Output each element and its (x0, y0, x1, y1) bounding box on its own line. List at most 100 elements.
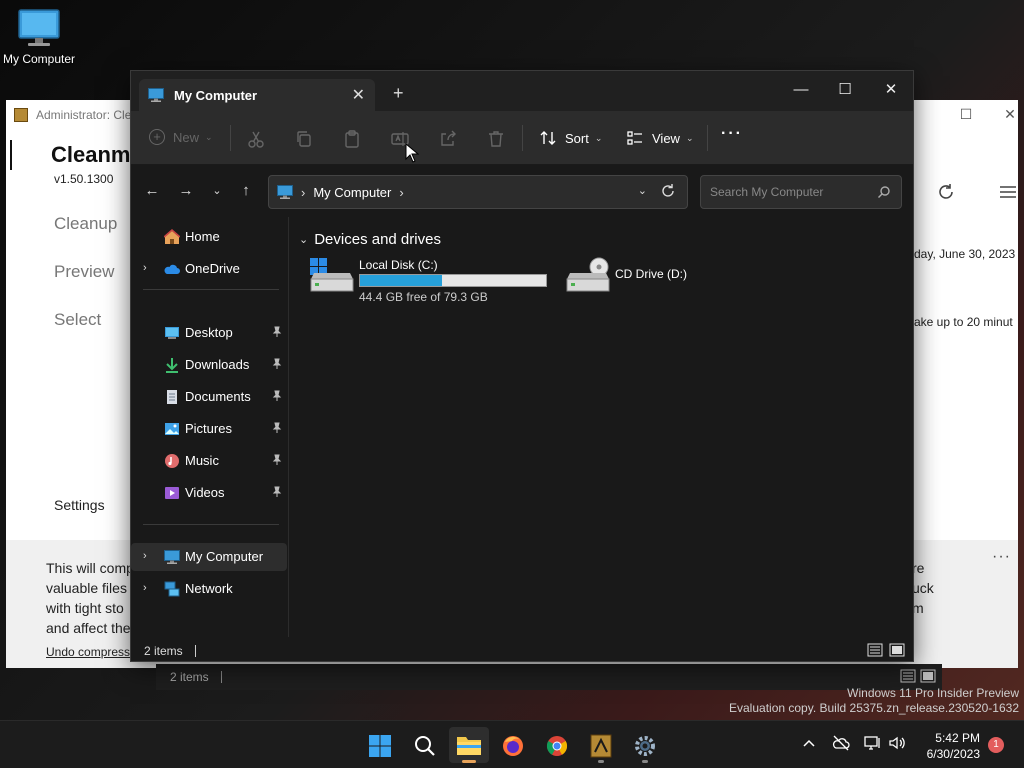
status-separator (194, 645, 196, 657)
running-indicator (642, 760, 648, 763)
view-toggles (867, 643, 905, 657)
minimize-button[interactable]: — (781, 77, 821, 103)
back-button[interactable]: ← (143, 183, 161, 201)
refresh-icon[interactable] (936, 182, 956, 202)
active-indicator (462, 760, 476, 763)
address-bar[interactable]: › My Computer › ⌄ (268, 175, 688, 209)
running-indicator (598, 760, 604, 763)
onedrive-tray-button[interactable] (832, 735, 850, 751)
sidebar-item-onedrive[interactable]: › OneDrive (131, 255, 287, 283)
drive-usage-fill (360, 275, 442, 286)
show-hidden-icons-button[interactable] (802, 736, 816, 750)
pin-icon[interactable] (271, 326, 283, 338)
cleanmgr-nav-cleanup[interactable]: Cleanup (54, 214, 117, 234)
footer-line: and affect the (46, 620, 131, 636)
drive-usage-bar (359, 274, 547, 287)
up-button[interactable]: ↑ (237, 183, 255, 201)
footer-line: This will comp (46, 560, 134, 576)
breadcrumb-trail[interactable]: › (399, 185, 403, 200)
tab-close-button[interactable]: ✕ (352, 85, 365, 105)
new-button[interactable]: + New ⌄ (149, 129, 213, 145)
search-input[interactable] (710, 185, 870, 199)
drive-local-disk-c[interactable]: Local Disk (C:) 44.4 GB free of 79.3 GB (309, 257, 555, 307)
expand-chevron-icon[interactable]: › (143, 550, 147, 562)
pin-icon[interactable] (271, 390, 283, 402)
sidebar-item-my-computer[interactable]: › My Computer (131, 543, 287, 571)
sidebar-item-home[interactable]: Home (131, 223, 287, 251)
monitor-icon (18, 9, 60, 46)
paste-icon[interactable] (342, 129, 362, 149)
drive-cd-d[interactable]: CD Drive (D:) (565, 257, 705, 307)
new-tab-button[interactable]: + (393, 83, 404, 104)
pin-icon[interactable] (271, 486, 283, 498)
taskbar-file-explorer[interactable] (449, 727, 489, 763)
copy-icon[interactable] (294, 129, 314, 149)
cleanmgr-settings[interactable]: Settings (54, 497, 105, 513)
share-icon[interactable] (438, 129, 458, 149)
cleanmgr-maximize-button[interactable]: ☐ (956, 106, 976, 124)
cleanmgr-nav-preview[interactable]: Preview (54, 262, 114, 282)
cleanmgr-nav-select[interactable]: Select (54, 310, 101, 330)
group-header-devices[interactable]: ⌄ Devices and drives (299, 231, 441, 248)
details-view-icon[interactable] (900, 669, 916, 683)
notification-badge[interactable]: 1 (988, 737, 1004, 753)
sidebar-item-music[interactable]: Music (131, 447, 287, 475)
tiles-view-icon[interactable] (920, 669, 936, 683)
undo-compress-link[interactable]: Undo compress (46, 645, 136, 659)
network-tray-button[interactable] (864, 735, 882, 751)
sidebar-divider (143, 289, 279, 290)
maximize-button[interactable]: ☐ (825, 77, 865, 103)
tab-my-computer[interactable]: My Computer ✕ (139, 79, 375, 111)
delete-icon[interactable] (486, 129, 506, 149)
content-pane: ⌄ Devices and drives Local Disk (C:) 44.… (291, 217, 913, 637)
sidebar-item-desktop[interactable]: Desktop (131, 319, 287, 347)
cleanmgr-more-button[interactable]: ··· (992, 548, 1011, 566)
address-dropdown-icon[interactable]: ⌄ (638, 184, 647, 197)
taskbar-cleanmgr[interactable] (581, 727, 621, 763)
sidebar-item-network[interactable]: › Network (131, 575, 287, 603)
firefox-icon (503, 736, 523, 756)
cleanmgr-app-title: Cleanm (51, 142, 131, 167)
refresh-icon[interactable] (659, 182, 677, 200)
taskbar-clock[interactable]: 5:42 PM 6/30/2023 (910, 730, 980, 762)
new-label: New (173, 129, 200, 145)
recent-locations-button[interactable]: ⌄ (208, 183, 226, 201)
close-button[interactable]: ✕ (871, 77, 911, 103)
pin-icon[interactable] (271, 358, 283, 370)
taskbar-chrome[interactable] (537, 727, 577, 763)
start-button[interactable] (360, 727, 400, 763)
taskbar-search-button[interactable] (405, 727, 445, 763)
windows-logo-icon (369, 735, 391, 757)
sidebar-item-videos[interactable]: Videos (131, 479, 287, 507)
footer-line: valuable files (46, 580, 127, 596)
cut-icon[interactable] (246, 129, 266, 149)
sidebar-item-documents[interactable]: Documents (131, 383, 287, 411)
sidebar-label: Downloads (185, 357, 250, 372)
sort-button[interactable]: Sort ⌄ (539, 129, 602, 147)
see-more-button[interactable]: ··· (721, 125, 743, 143)
pin-icon[interactable] (271, 454, 283, 466)
taskbar-firefox[interactable] (493, 727, 533, 763)
breadcrumb-my-computer[interactable]: My Computer (313, 185, 391, 200)
forward-button[interactable]: → (177, 183, 195, 201)
hamburger-menu-icon[interactable] (998, 182, 1018, 202)
file-explorer-window: My Computer ✕ + — ☐ ✕ + New ⌄ Sort ⌄ Vie… (130, 70, 914, 662)
explorer-tabbar: My Computer ✕ + — ☐ ✕ (131, 71, 913, 111)
network-icon (164, 581, 180, 597)
sidebar-item-downloads[interactable]: Downloads (131, 351, 287, 379)
tiles-view-icon[interactable] (889, 643, 905, 657)
expand-chevron-icon[interactable]: › (143, 262, 147, 274)
view-button[interactable]: View ⌄ (626, 129, 694, 147)
details-view-icon[interactable] (867, 643, 883, 657)
taskbar-settings[interactable] (625, 727, 665, 763)
volume-tray-button[interactable] (888, 735, 906, 751)
expand-chevron-icon[interactable]: › (143, 582, 147, 594)
cleanmgr-close-button[interactable]: ✕ (1000, 106, 1020, 124)
cleanmgr-app-icon (14, 108, 28, 122)
clock-time: 5:42 PM (935, 731, 980, 745)
sidebar-item-pictures[interactable]: Pictures (131, 415, 287, 443)
desktop-icon-my-computer[interactable]: My Computer (0, 8, 78, 66)
cleanmgr-accent-bar (10, 140, 12, 170)
drive-name: Local Disk (C:) (359, 258, 438, 272)
pin-icon[interactable] (271, 422, 283, 434)
